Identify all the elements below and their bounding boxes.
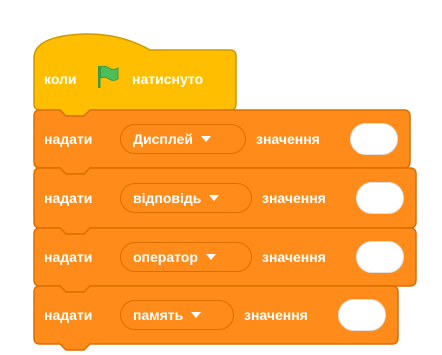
variable-dropdown-2-label: відповідь xyxy=(133,190,202,206)
dropdown-arrow-icon xyxy=(200,136,211,142)
set-block-4-value-label: значення xyxy=(244,307,308,323)
dropdown-arrow-icon xyxy=(191,312,202,318)
variable-dropdown-1[interactable]: Дисплей xyxy=(120,124,246,154)
dropdown-arrow-icon xyxy=(205,254,216,260)
variable-dropdown-4-label: память xyxy=(133,307,184,323)
variable-dropdown-3-label: оператор xyxy=(133,249,198,265)
set-block-3-value-label: значення xyxy=(262,249,326,265)
value-input-1[interactable] xyxy=(350,123,398,155)
set-block-3-label: надати xyxy=(44,249,93,265)
variable-dropdown-2[interactable]: відповідь xyxy=(120,183,252,213)
set-block-1-label: надати xyxy=(44,131,93,147)
value-input-4[interactable] xyxy=(338,299,386,331)
set-block-1-value-label: значення xyxy=(256,131,320,147)
variable-dropdown-3[interactable]: оператор xyxy=(120,242,252,272)
dropdown-arrow-icon xyxy=(209,195,220,201)
hat-clicked-label: натиснуто xyxy=(132,71,204,87)
value-input-2[interactable] xyxy=(356,182,404,214)
hat-when-label: коли xyxy=(44,71,77,87)
green-flag-icon xyxy=(98,65,119,88)
variable-dropdown-4[interactable]: память xyxy=(120,300,234,330)
set-block-4-label: надати xyxy=(44,307,93,323)
set-block-2-label: надати xyxy=(44,190,93,206)
variable-dropdown-1-label: Дисплей xyxy=(133,131,193,147)
set-block-2-value-label: значення xyxy=(262,190,326,206)
value-input-3[interactable] xyxy=(356,241,404,273)
script-canvas: коли натиснуто надати Дисплей значення н… xyxy=(0,0,442,355)
